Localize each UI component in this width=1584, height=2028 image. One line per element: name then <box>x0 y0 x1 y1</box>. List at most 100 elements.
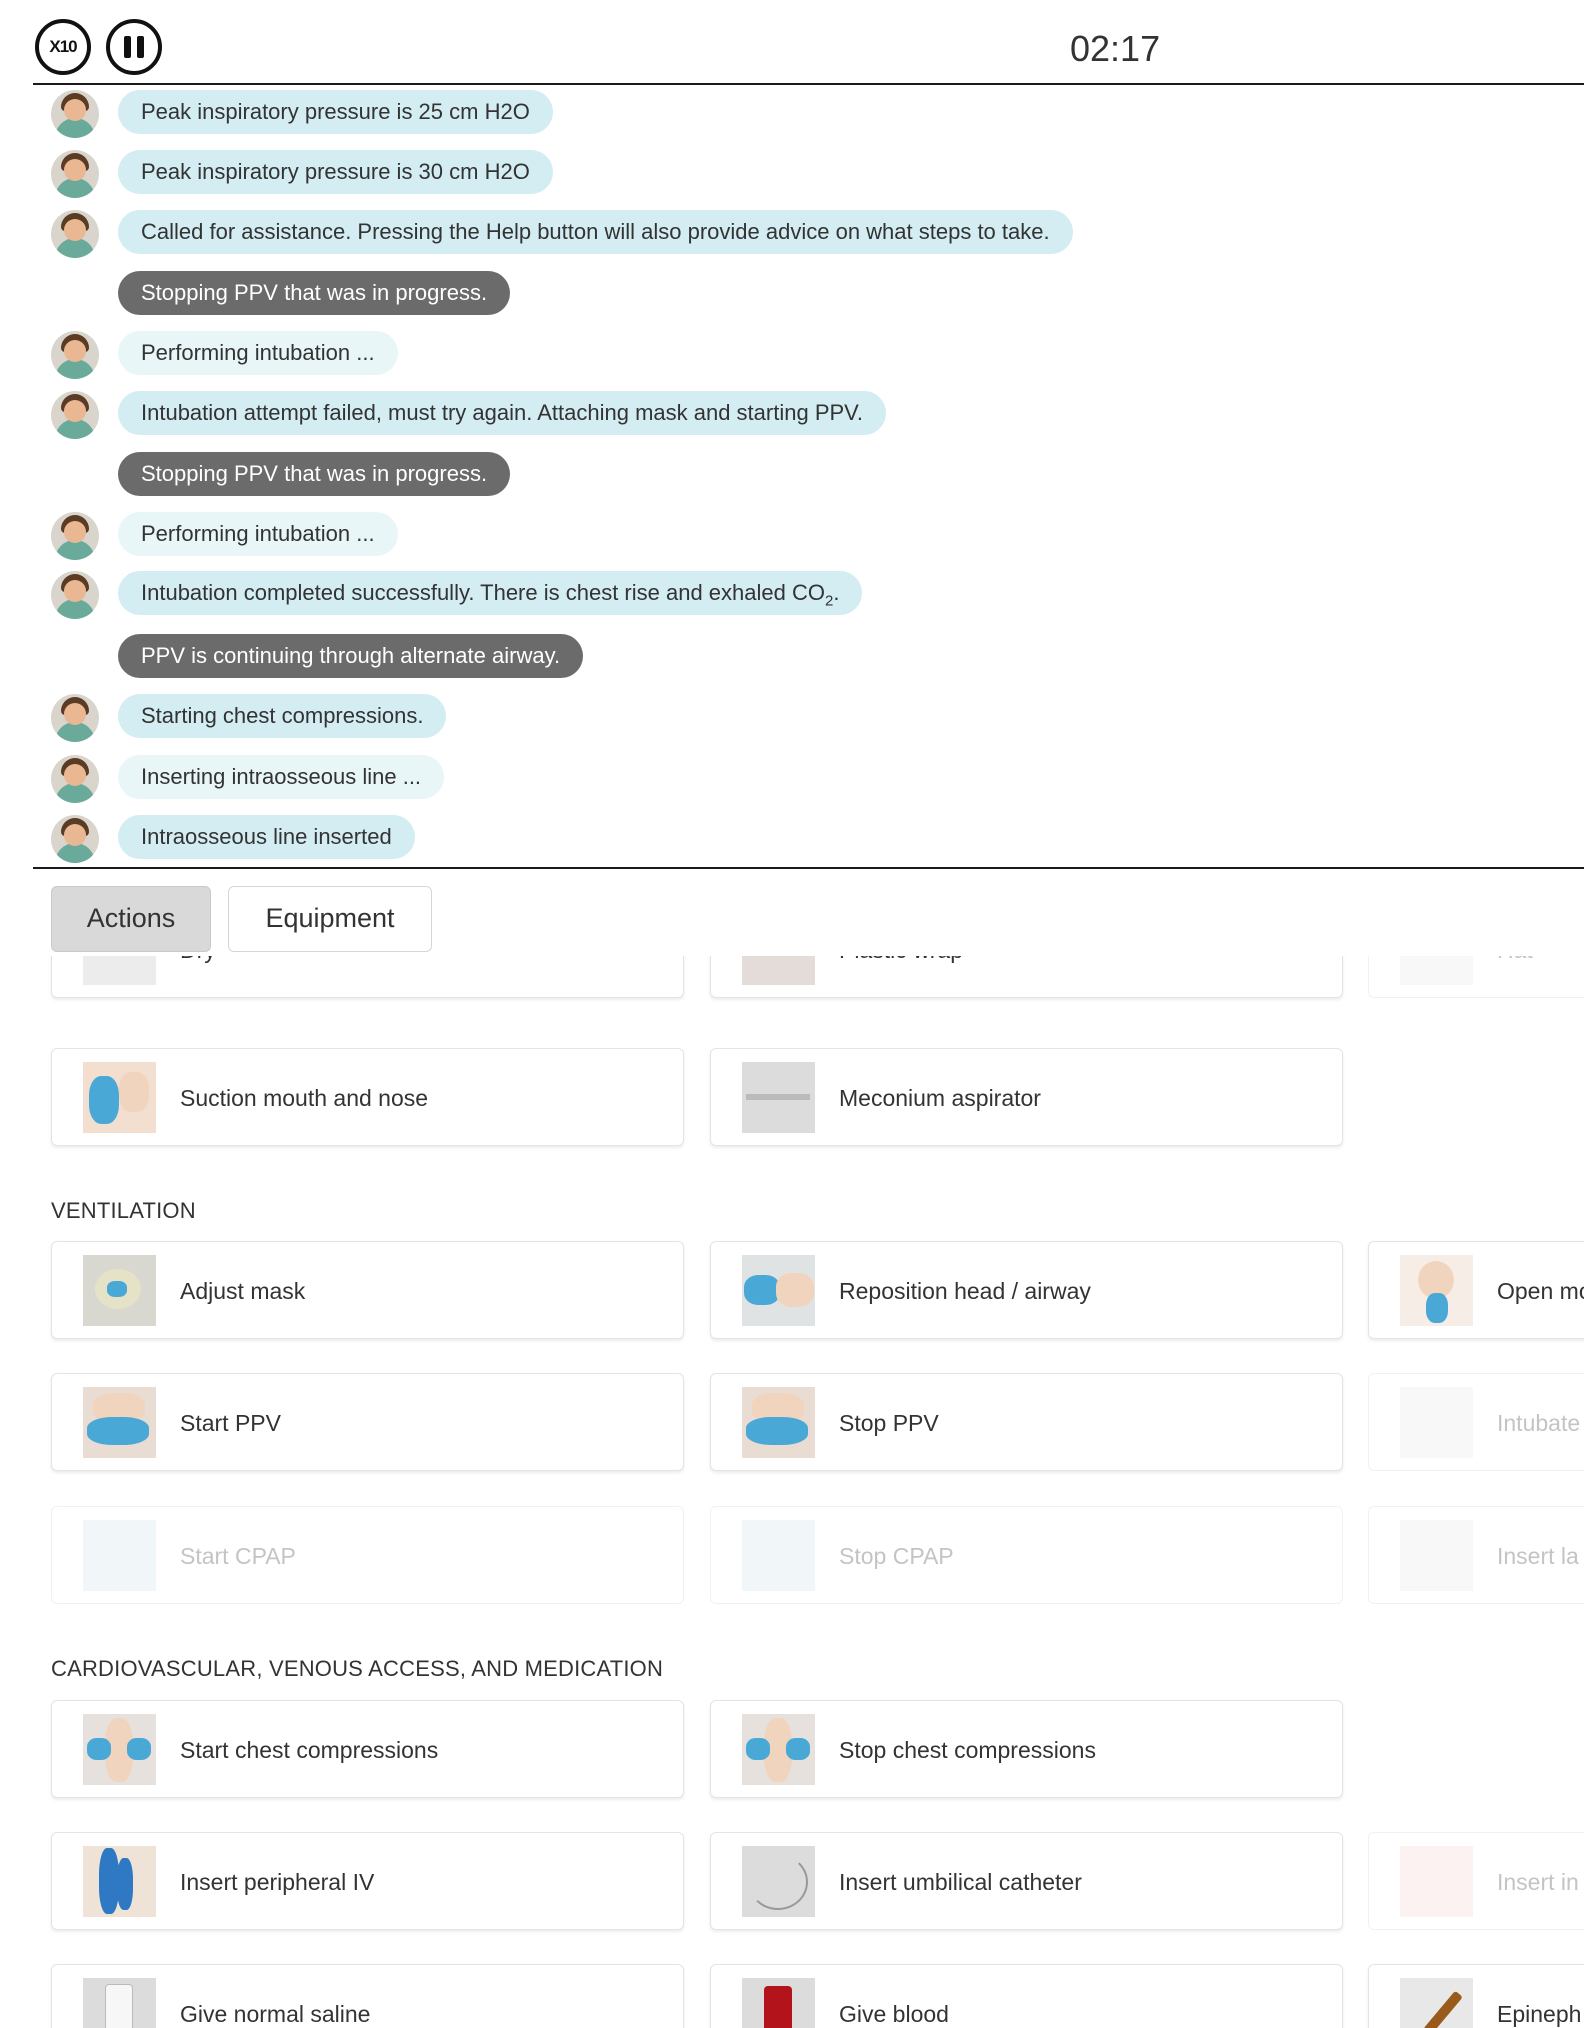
message-bubble: Peak inspiratory pressure is 25 cm H2O <box>118 90 553 134</box>
action-card-adjust-mask[interactable]: Adjust mask <box>51 1241 684 1339</box>
action-card-stop-compressions[interactable]: Stop chest compressions <box>710 1700 1343 1798</box>
plastic-wrap-icon <box>742 956 815 985</box>
timer: 02:17 <box>1070 28 1161 69</box>
avatar <box>51 571 99 619</box>
action-label: Start chest compressions <box>180 1737 439 1763</box>
action-label: Insert in <box>1497 1869 1579 1895</box>
section-title-cardiovascular: CARDIOVASCULAR, VENOUS ACCESS, AND MEDIC… <box>51 1656 664 1681</box>
avatar <box>51 210 99 258</box>
avatar <box>51 391 99 439</box>
log-message: Intubation completed successfully. There… <box>0 569 1584 619</box>
ppv-icon <box>83 1387 156 1458</box>
action-card-hat[interactable]: Hat <box>1368 956 1584 998</box>
divider <box>33 867 1584 869</box>
actions-panel[interactable]: Dry Plastic wrap Hat Suction mouth and n… <box>0 956 1584 2028</box>
message-bubble: Inserting intraosseous line ... <box>118 755 445 799</box>
system-message-bubble: Stopping PPV that was in progress. <box>118 452 511 496</box>
action-card-insert-in[interactable]: Insert in <box>1368 1832 1584 1930</box>
log-message: Performing intubation ... <box>0 510 1584 560</box>
action-card-start-compressions[interactable]: Start chest compressions <box>51 1700 684 1798</box>
action-card-stop-cpap[interactable]: Stop CPAP <box>710 1506 1343 1604</box>
message-bubble: Intubation attempt failed, must try agai… <box>118 391 886 435</box>
action-card-meconium-aspirator[interactable]: Meconium aspirator <box>710 1048 1343 1146</box>
log-message: PPV is continuing through alternate airw… <box>0 632 1584 680</box>
suction-icon <box>83 1062 156 1133</box>
system-message-bubble: PPV is continuing through alternate airw… <box>118 634 584 678</box>
pause-button[interactable] <box>106 19 162 75</box>
avatar <box>51 694 99 742</box>
action-label: Hat <box>1497 956 1533 999</box>
saline-bag-icon <box>83 1978 156 2028</box>
action-label: Give normal saline <box>180 2001 371 2027</box>
action-card-open-mouth[interactable]: Open mo <box>1368 1241 1584 1339</box>
action-label: Start CPAP <box>180 1543 296 1569</box>
action-label: Dry <box>180 956 216 999</box>
action-card-insert-la[interactable]: Insert la <box>1368 1506 1584 1604</box>
message-bubble: Performing intubation ... <box>118 331 398 375</box>
action-card-plastic-wrap[interactable]: Plastic wrap <box>710 956 1343 998</box>
action-label: Intubate <box>1497 1410 1581 1436</box>
action-card-epinephrine[interactable]: Epineph <box>1368 1964 1584 2028</box>
action-card-start-cpap[interactable]: Start CPAP <box>51 1506 684 1604</box>
cpap-icon <box>742 1520 815 1591</box>
compressions-icon <box>742 1714 815 1785</box>
compressions-icon <box>83 1714 156 1785</box>
log-message: Intraosseous line inserted <box>0 813 1584 863</box>
hat-icon <box>1400 956 1473 985</box>
action-card-peripheral-iv[interactable]: Insert peripheral IV <box>51 1832 684 1930</box>
log-message: Intubation attempt failed, must try agai… <box>0 389 1584 439</box>
umbilical-catheter-icon <box>742 1846 815 1917</box>
tab-actions[interactable]: Actions <box>51 886 211 952</box>
action-label: Plastic wrap <box>839 956 963 999</box>
simulator-screen: X10 02:17 Peak inspiratory pressure is 2… <box>0 0 1584 2028</box>
syringe-icon <box>1400 1978 1473 2028</box>
event-log[interactable]: Peak inspiratory pressure is 25 cm H2O Pe… <box>0 84 1584 867</box>
action-card-normal-saline[interactable]: Give normal saline <box>51 1964 684 2028</box>
ppv-icon <box>742 1387 815 1458</box>
message-bubble: Intraosseous line inserted <box>118 815 415 859</box>
action-card-stop-ppv[interactable]: Stop PPV <box>710 1373 1343 1471</box>
towel-icon <box>83 956 156 985</box>
log-message: Peak inspiratory pressure is 25 cm H2O <box>0 88 1584 138</box>
aspirator-icon <box>742 1062 815 1133</box>
speed-label: X10 <box>49 37 77 56</box>
log-message: Performing intubation ... <box>0 329 1584 379</box>
message-bubble: Called for assistance. Pressing the Help… <box>118 210 1073 254</box>
log-message: Starting chest compressions. <box>0 692 1584 742</box>
action-card-dry[interactable]: Dry <box>51 956 684 998</box>
action-label: Insert la <box>1497 1543 1579 1569</box>
action-label: Stop CPAP <box>839 1543 954 1569</box>
action-label: Give blood <box>839 2001 949 2027</box>
action-card-give-blood[interactable]: Give blood <box>710 1964 1343 2028</box>
action-label: Start PPV <box>180 1410 281 1436</box>
log-message: Called for assistance. Pressing the Help… <box>0 208 1584 258</box>
action-label: Stop chest compressions <box>839 1737 1096 1763</box>
tab-equipment[interactable]: Equipment <box>228 886 432 952</box>
action-label: Insert peripheral IV <box>180 1869 375 1895</box>
log-message: Stopping PPV that was in progress. <box>0 269 1584 317</box>
avatar <box>51 150 99 198</box>
intraosseous-icon <box>1400 1846 1473 1917</box>
action-label: Epineph <box>1497 2001 1582 2027</box>
action-card-intubate[interactable]: Intubate <box>1368 1373 1584 1471</box>
avatar <box>51 512 99 560</box>
action-label: Open mo <box>1497 1278 1584 1304</box>
section-title-ventilation: VENTILATION <box>51 1198 196 1223</box>
blood-bag-icon <box>742 1978 815 2028</box>
action-card-reposition-head[interactable]: Reposition head / airway <box>710 1241 1343 1339</box>
action-card-start-ppv[interactable]: Start PPV <box>51 1373 684 1471</box>
action-label: Reposition head / airway <box>839 1278 1091 1304</box>
log-message: Peak inspiratory pressure is 30 cm H2O <box>0 148 1584 198</box>
avatar <box>51 755 99 803</box>
action-card-suction[interactable]: Suction mouth and nose <box>51 1048 684 1146</box>
speed-button[interactable]: X10 <box>35 19 91 75</box>
log-message: Stopping PPV that was in progress. <box>0 450 1584 498</box>
message-bubble: Peak inspiratory pressure is 30 cm H2O <box>118 150 553 194</box>
pause-icon <box>124 36 131 58</box>
top-bar: X10 02:17 <box>0 0 1584 84</box>
log-message: Inserting intraosseous line ... <box>0 753 1584 803</box>
action-card-umbilical-catheter[interactable]: Insert umbilical catheter <box>710 1832 1343 1930</box>
action-label: Stop PPV <box>839 1410 939 1436</box>
avatar <box>51 331 99 379</box>
mask-icon <box>83 1255 156 1326</box>
